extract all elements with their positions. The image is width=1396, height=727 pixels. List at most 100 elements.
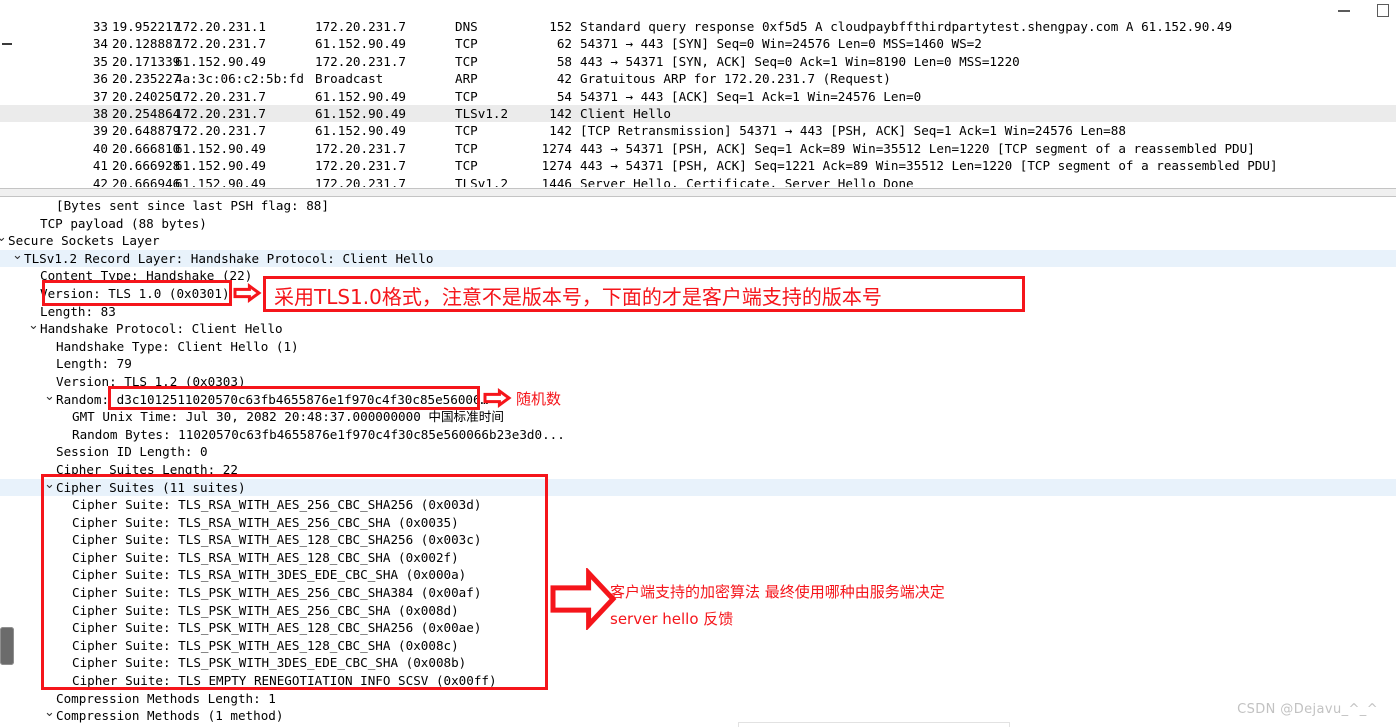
bottom-pane-edge [738,722,1010,727]
packet-protocol: TCP [455,88,478,104]
detail-tree-row[interactable]: ⌄ Random: d3c1012511020570c63fb4655876e1f… [0,390,1396,409]
packet-row[interactable]: 38 20.254864 172.20.231.7 61.152.90.49 TLSv1… [0,104,1396,123]
packet-length: 1274 [541,158,572,174]
window-titlebar [0,0,1396,18]
packet-time: 20.254864 [112,105,181,121]
detail-tree-row[interactable]: Session ID Length: 0 [0,443,1396,461]
packet-destination: 61.152.90.49 [315,36,406,52]
packet-source: 172.20.231.7 [175,88,266,104]
detail-tree-label: Random: d3c1012511020570c63fb4655876e1f9… [56,391,489,407]
packet-protocol: TCP [455,158,478,174]
packet-info: 54371 → 443 [ACK] Seq=1 Ack=1 Win=24576 … [580,88,922,104]
detail-tree-label: Content Type: Handshake (22) [40,268,253,284]
chevron-down-icon[interactable]: ⌄ [0,231,7,244]
packet-no: 40 [92,140,108,156]
packet-protocol: TCP [455,140,478,156]
detail-tree-row[interactable]: Cipher Suites Length: 22 [0,461,1396,479]
detail-tree-row[interactable]: ⌄ Cipher Suites (11 suites) [0,478,1396,497]
packet-row[interactable]: 42 20.666946 61.152.90.49 172.20.231.7 TLSv1… [0,175,1396,187]
packet-list-pane[interactable]: 33 19.952217 172.20.231.1 172.20.231.7 DNS 15… [0,18,1396,191]
pane-splitter[interactable] [0,188,1396,197]
packet-info: 54371 → 443 [SYN] Seq=0 Win=24576 Len=0 … [580,36,982,52]
detail-tree-row[interactable]: Cipher Suite: TLS_RSA_WITH_AES_256_CBC_S… [0,514,1396,532]
packet-length: 142 [549,123,572,139]
packet-length: 152 [549,19,572,34]
packet-info: 443 → 54371 [PSH, ACK] Seq=1 Ack=89 Win=… [580,140,1255,156]
detail-tree-label: Handshake Protocol: Client Hello [40,321,283,337]
detail-tree-row[interactable]: Cipher Suite: TLS_PSK_WITH_3DES_EDE_CBC_… [0,654,1396,672]
packet-source: 61.152.90.49 [175,53,266,69]
detail-tree-row[interactable]: Version: TLS 1.2 (0x0303) [0,373,1396,391]
detail-tree-label: Cipher Suite: TLS_RSA_WITH_3DES_EDE_CBC_… [72,567,467,583]
detail-tree-row[interactable]: Handshake Type: Client Hello (1) [0,338,1396,356]
detail-tree-row[interactable]: Cipher Suite: TLS_RSA_WITH_AES_128_CBC_S… [0,549,1396,567]
detail-scroll-handle[interactable] [0,627,14,665]
packet-row[interactable]: 33 19.952217 172.20.231.1 172.20.231.7 DNS 15… [0,18,1396,35]
packet-length: 1446 [541,175,572,187]
packet-source: 4a:3c:06:c2:5b:fd [175,71,304,87]
packet-time: 19.952217 [112,19,181,34]
detail-tree-row[interactable]: ⌄ TLSv1.2 Record Layer: Handshake Protoco… [0,249,1396,268]
minimize-icon[interactable] [1338,3,1350,15]
detail-tree-label: Session ID Length: 0 [56,444,208,460]
packet-source: 61.152.90.49 [175,175,266,187]
packet-length: 62 [556,36,572,52]
packet-info: 443 → 54371 [PSH, ACK] Seq=1221 Ack=89 W… [580,158,1278,174]
packet-info: 443 → 54371 [SYN, ACK] Seq=0 Ack=1 Win=8… [580,53,1020,69]
packet-row[interactable]: 36 20.235227 4a:3c:06:c2:5b:fd Broadcast ARP… [0,70,1396,87]
annotation-arrow-random [483,388,512,408]
packet-length: 42 [556,71,572,87]
detail-tree-row[interactable]: Random Bytes: 11020570c63fb4655876e1f970… [0,426,1396,444]
packet-detail-pane[interactable]: [Bytes sent since last PSH flag: 88] TCP … [0,197,1396,727]
detail-tree-label: Cipher Suite: TLS_RSA_WITH_AES_256_CBC_S… [72,497,482,513]
packet-info: Client Hello [580,105,671,121]
packet-destination: 61.152.90.49 [315,88,406,104]
chevron-down-icon[interactable]: ⌄ [44,390,55,403]
detail-tree-label: Cipher Suite: TLS_PSK_WITH_AES_128_CBC_S… [72,637,459,653]
packet-source: 172.20.231.7 [175,105,266,121]
packet-row[interactable]: 40 20.666810 61.152.90.49 172.20.231.7 TCP 12… [0,140,1396,157]
packet-protocol: TCP [455,53,478,69]
related-packet-marker [2,43,12,46]
detail-tree-label: Random Bytes: 11020570c63fb4655876e1f970… [72,426,565,442]
detail-tree-label: Cipher Suite: TLS_PSK_WITH_3DES_EDE_CBC_… [72,655,467,671]
packet-no: 38 [92,105,108,121]
chevron-down-icon[interactable]: ⌄ [28,319,39,332]
packet-row[interactable]: 35 20.171339 61.152.90.49 172.20.231.7 TCP 58… [0,53,1396,70]
detail-tree-row[interactable]: Cipher Suite: TLS_RSA_WITH_AES_256_CBC_S… [0,496,1396,514]
chevron-down-icon[interactable]: ⌄ [44,706,55,719]
packet-destination: 172.20.231.7 [315,158,406,174]
packet-time: 20.235227 [112,71,181,87]
detail-tree-label: TLSv1.2 Record Layer: Handshake Protocol… [24,250,434,266]
detail-tree-row[interactable]: Compression Methods Length: 1 [0,690,1396,708]
chevron-down-icon[interactable]: ⌄ [44,478,55,491]
detail-tree-label: Compression Methods Length: 1 [56,690,276,706]
detail-tree-row[interactable]: Length: 79 [0,355,1396,373]
detail-tree-row[interactable]: Cipher Suite: TLS_EMPTY_RENEGOTIATION_IN… [0,672,1396,690]
chevron-down-icon[interactable]: ⌄ [12,249,23,262]
detail-tree-label: Cipher Suite: TLS_PSK_WITH_AES_256_CBC_S… [72,585,482,601]
packet-row[interactable]: 41 20.666928 61.152.90.49 172.20.231.7 TCP 12… [0,157,1396,174]
packet-info: Standard query response 0xf5d5 A cloudpa… [580,19,1233,34]
detail-tree-label: Version: TLS 1.2 (0x0303) [56,373,246,389]
maximize-icon[interactable] [1376,3,1389,17]
detail-tree-row[interactable]: ⌄ Handshake Protocol: Client Hello [0,319,1396,338]
detail-tree-row[interactable]: [Bytes sent since last PSH flag: 88] [0,197,1396,215]
packet-no: 41 [92,158,108,174]
packet-length: 58 [556,53,572,69]
packet-time: 20.666810 [112,140,181,156]
detail-tree-row[interactable]: GMT Unix Time: Jul 30, 2082 20:48:37.000… [0,408,1396,426]
packet-no: 33 [92,19,108,34]
detail-tree-row[interactable]: Cipher Suite: TLS_PSK_WITH_AES_128_CBC_S… [0,637,1396,655]
packet-row[interactable]: 34 20.128887 172.20.231.7 61.152.90.49 TCP 62… [0,35,1396,52]
detail-tree-row[interactable]: TCP payload (88 bytes) [0,215,1396,233]
packet-info: [TCP Retransmission] 54371 → 443 [PSH, A… [580,123,1126,139]
packet-time: 20.648879 [112,123,181,139]
detail-tree-row[interactable]: ⌄ Secure Sockets Layer [0,231,1396,250]
annotation-arrow-version [233,283,262,303]
detail-tree-row[interactable]: Cipher Suite: TLS_RSA_WITH_AES_128_CBC_S… [0,531,1396,549]
detail-tree-row[interactable]: ⌄ Compression Methods (1 method) [0,706,1396,725]
packet-source: 61.152.90.49 [175,140,266,156]
packet-row[interactable]: 37 20.240250 172.20.231.7 61.152.90.49 TCP 54… [0,88,1396,105]
packet-row[interactable]: 39 20.648879 172.20.231.7 61.152.90.49 TCP 14… [0,122,1396,139]
